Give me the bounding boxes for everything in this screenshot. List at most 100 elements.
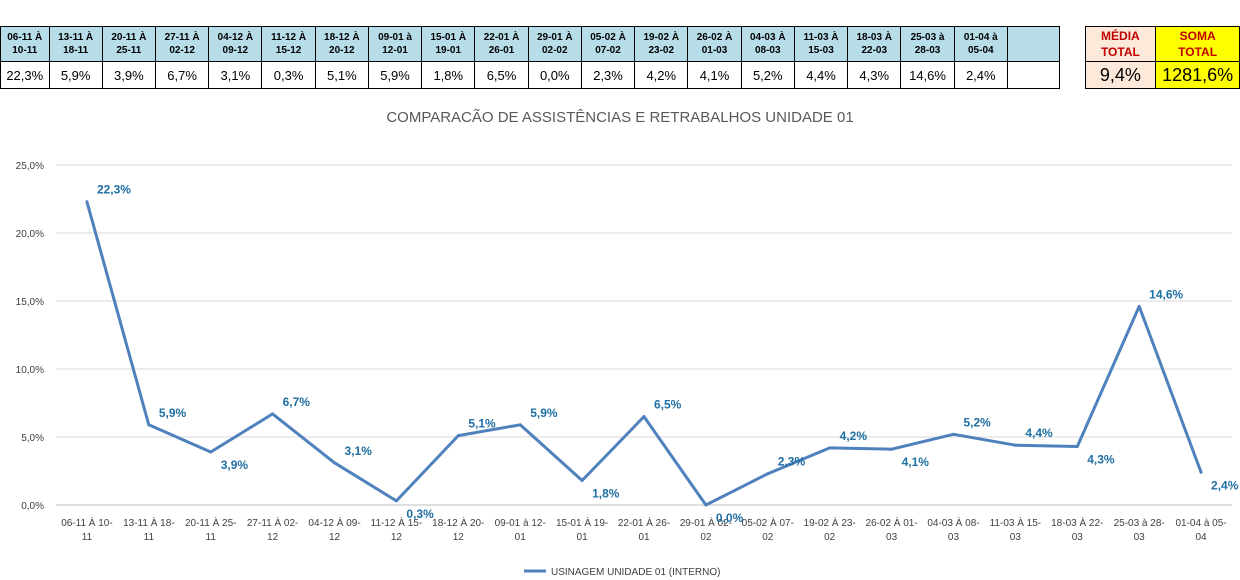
data-label: 5,9% — [530, 406, 558, 420]
x-tick-label: 03 — [1134, 532, 1146, 543]
weekly-percent-table: 06-11 À 10-11 13-11 À 18-11 20-11 À 25-11 27-1… — [0, 26, 1240, 89]
x-tick-label: 04-12 À 09- — [308, 516, 360, 529]
summary-table: 06-11 À 10-11 13-11 À 18-11 20-11 À 25-11 27-1… — [0, 26, 1240, 89]
x-tick-label: 03 — [1010, 532, 1022, 543]
header-line: 26-01 — [488, 45, 515, 56]
data-label: 4,2% — [840, 429, 868, 443]
table-value-cell: 6,7% — [154, 61, 210, 89]
header-line: 18-11 — [63, 45, 89, 56]
soma-header-line: SOMA — [1179, 29, 1216, 43]
data-label: 22,3% — [97, 183, 131, 197]
x-tick-label: 25-03 à 28- — [1114, 518, 1165, 529]
x-tick-label: 03 — [886, 532, 898, 543]
data-point — [518, 423, 522, 427]
header-line: 29-01 À — [536, 32, 573, 43]
table-value-cell: 3,9% — [101, 61, 156, 89]
header-line: 02-12 — [169, 45, 195, 56]
header-line: 07-02 — [595, 45, 621, 56]
y-tick-label: 25,0% — [16, 161, 44, 172]
data-point — [704, 503, 708, 507]
table-header-cell: 29-01 À 02-02 — [527, 26, 582, 62]
table-gap — [1059, 27, 1085, 62]
header-line: 15-03 — [808, 45, 834, 56]
header-line: 09-12 — [222, 45, 249, 56]
table-header-cell: 11-03 À 15-03 — [793, 26, 849, 62]
x-axis-ticks: 06-11 À 10- 11 13-11 À 18- 11 20-11 À 25- 11 2… — [61, 516, 1226, 543]
table-value-cell: 0,3% — [261, 61, 316, 89]
soma-total-header: SOMA TOTAL — [1155, 26, 1240, 62]
data-label: 5,2% — [963, 415, 991, 429]
header-line: 11-12 À — [271, 32, 307, 43]
x-tick-label: 22-01 À 26- — [618, 516, 670, 529]
header-line: 01-04 à — [963, 32, 998, 43]
y-tick-label: 20,0% — [16, 229, 44, 240]
table-header-cell: 19-02 À 23-02 — [634, 26, 689, 62]
header-line: 13-11 À — [58, 32, 94, 43]
header-line: 26-02 À — [696, 32, 733, 43]
table-header-cell: 04-12 À 09-12 — [208, 26, 263, 62]
media-header-line: MÉDIA — [1101, 29, 1140, 43]
table-header-row: 06-11 À 10-11 13-11 À 18-11 20-11 À 25-11 27-1… — [0, 26, 1240, 62]
data-label: 3,9% — [221, 458, 249, 472]
x-tick-label: 11-03 À 15- — [990, 516, 1042, 529]
table-header-cell: 22-01 À 26-01 — [474, 26, 529, 62]
media-total-value: 9,4% — [1084, 61, 1157, 89]
x-tick-label: 03 — [1072, 532, 1084, 543]
header-line: 15-12 — [275, 45, 302, 56]
y-tick-label: 10,0% — [16, 365, 44, 376]
data-point — [642, 415, 646, 419]
header-line: 02-02 — [541, 45, 568, 56]
data-label: 0,3% — [406, 507, 434, 521]
table-value-cell: 22,3% — [0, 61, 50, 89]
soma-total-value: 1281,6% — [1155, 61, 1240, 89]
data-label: 6,7% — [283, 395, 311, 409]
table-header-cell: 25-03 à 28-03 — [900, 26, 955, 62]
header-line: 19-01 — [435, 45, 462, 56]
header-line: 18-03 À — [856, 32, 893, 43]
table-gap — [1059, 62, 1085, 89]
header-line: 11-03 À — [803, 32, 839, 43]
table-value-cell: 4,4% — [793, 61, 849, 89]
header-line: 15-01 À — [430, 32, 467, 43]
table-value-row: 22,3% 5,9% 3,9% 6,7% 3,1% 0,3% 5,1% 5,9% 1,8% 6,5… — [0, 61, 1240, 89]
header-line: 12-01 — [382, 45, 408, 56]
table-header-cell: 11-12 À 15-12 — [261, 26, 316, 62]
header-line: 18-12 À — [324, 32, 360, 43]
table-header-cell: 04-03 À 08-03 — [740, 26, 795, 62]
x-tick-label: 11 — [82, 532, 93, 543]
x-tick-label: 02 — [700, 532, 712, 543]
header-line: 25-03 à — [910, 32, 945, 43]
table-value-cell: 14,6% — [900, 61, 955, 89]
data-point — [890, 447, 894, 451]
table-header-cell: 01-04 à 05-04 — [953, 26, 1008, 62]
header-line: 27-11 À — [164, 32, 200, 43]
header-line: 22-03 — [861, 45, 888, 56]
data-label: 4,3% — [1087, 453, 1115, 467]
data-label: 5,1% — [468, 417, 496, 431]
table-value-cell: 4,2% — [634, 61, 689, 89]
header-line: 01-03 — [701, 45, 728, 56]
header-line: 19-02 À — [643, 32, 680, 43]
x-tick-label: 05-02 À 07- — [742, 516, 794, 529]
line-chart: COMPARACÃO DE ASSISTÊNCIAS E RETRABALHOS… — [0, 90, 1240, 580]
header-line: 04-03 À — [749, 32, 786, 43]
x-tick-label: 12 — [267, 532, 279, 543]
header-line: 20-12 — [329, 45, 355, 56]
x-tick-label: 01 — [638, 532, 650, 543]
x-tick-label: 26-02 À 01- — [865, 516, 917, 529]
data-label: 4,4% — [1025, 426, 1053, 440]
x-tick-label: 12 — [391, 532, 403, 543]
soma-header-line: TOTAL — [1178, 45, 1218, 59]
data-point — [951, 432, 955, 436]
data-point — [209, 450, 213, 454]
legend-label: USINAGEM UNIDADE 01 (INTERNO) — [551, 567, 720, 578]
series-lines — [85, 200, 1203, 507]
y-tick-label: 5,0% — [21, 433, 44, 444]
header-line: 09-01 à — [378, 32, 412, 43]
x-tick-label: 02 — [824, 532, 836, 543]
data-point — [1137, 304, 1141, 308]
table-header-cell: 13-11 À 18-11 — [48, 26, 103, 62]
data-label: 3,1% — [345, 444, 373, 458]
chart-title: COMPARACÃO DE ASSISTÊNCIAS E RETRABALHOS… — [386, 109, 853, 126]
table-header-cell: 20-11 À 25-11 — [101, 26, 156, 62]
